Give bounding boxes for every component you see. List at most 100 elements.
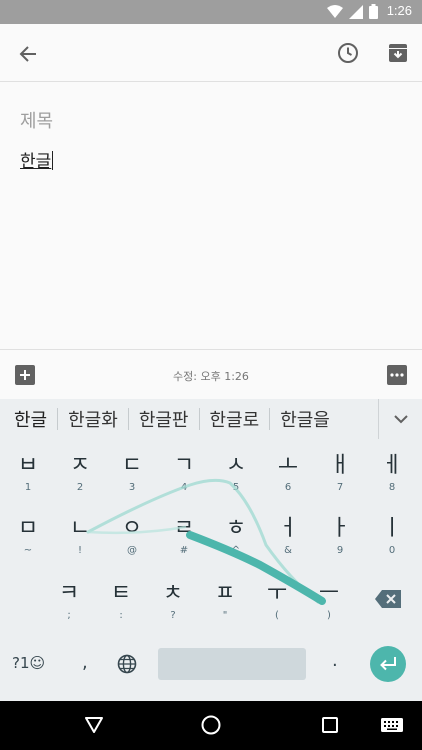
key[interactable]: ㅈ2	[59, 453, 101, 493]
status-icons	[327, 4, 378, 19]
key[interactable]: ㅎ ^	[215, 516, 257, 556]
key[interactable]: ㅣ0	[371, 516, 413, 556]
more-options-button[interactable]	[386, 364, 408, 386]
suggestion-3[interactable]: 한글판	[129, 399, 199, 439]
key[interactable]: ㅇ @	[111, 516, 153, 556]
key-char: ㅣ	[381, 516, 403, 541]
keyboard-switch-icon	[381, 718, 403, 732]
key-char: ㅗ	[277, 453, 299, 478]
reminder-button[interactable]	[332, 37, 364, 69]
recents-square-icon	[322, 717, 338, 733]
suggestion-strip: 한글 한글화 한글판 한글로 한글을	[0, 399, 422, 439]
key[interactable]: ㅡ)	[308, 581, 350, 621]
key-hint: 8	[388, 482, 396, 493]
key[interactable]: ㅂ1	[7, 453, 49, 493]
language-key[interactable]	[113, 650, 141, 678]
edited-timestamp: 수정: 오후 1:26	[173, 370, 249, 383]
key-char: ㅜ	[266, 581, 288, 606]
enter-key[interactable]	[370, 646, 406, 682]
home-circle-icon	[201, 715, 221, 735]
key-char: ㄴ	[69, 516, 91, 541]
key[interactable]: ㅔ8	[371, 453, 413, 493]
key[interactable]: ㄱ4	[163, 453, 205, 493]
status-bar: 1:26	[0, 0, 422, 24]
key-hint: 5	[232, 482, 240, 493]
key[interactable]: ㄴ!	[59, 516, 101, 556]
symbols-key[interactable]: ?1☺	[12, 654, 45, 672]
back-button[interactable]	[12, 38, 44, 70]
suggestion-2[interactable]: 한글화	[58, 399, 128, 439]
key[interactable]: ㅏ9	[319, 516, 361, 556]
key[interactable]: ㅁ ~	[7, 516, 49, 556]
key[interactable]: ㅜ(	[256, 581, 298, 621]
key-char: ㅍ	[214, 581, 236, 606]
period-key[interactable]: .	[332, 650, 338, 671]
key-char: ㅌ	[110, 581, 132, 606]
keyboard: ㅂ1 ㅈ2 ㄷ3 ㄱ4 ㅅ5 ㅗ6 ㅐ7 ㅔ8 ㅁ ~ ㄴ! ㅇ @ ㄹ # ㅎ ^ ㅓ…	[0, 439, 422, 701]
key-hint: @	[127, 545, 137, 556]
key[interactable]: ㅋ;	[48, 581, 90, 621]
key-char: ㅈ	[69, 453, 91, 478]
key-hint: 9	[336, 545, 344, 556]
suggestion-4[interactable]: 한글로	[200, 399, 270, 439]
note-editor[interactable]: 제목 한글	[0, 83, 422, 349]
app-bar	[0, 24, 422, 82]
wifi-icon	[327, 4, 343, 18]
archive-button[interactable]	[382, 37, 414, 69]
expand-suggestions-button[interactable]	[378, 399, 422, 439]
key-char: ㄷ	[121, 453, 143, 478]
key[interactable]: ㅐ7	[319, 453, 361, 493]
note-body-field[interactable]: 한글	[20, 147, 54, 172]
nav-home-button[interactable]	[197, 711, 225, 739]
key[interactable]: ㅓ &	[267, 516, 309, 556]
editor-bottom-bar: 수정: 오후 1:26	[0, 349, 422, 399]
key-char: ㅅ	[225, 453, 247, 478]
title-field[interactable]: 제목	[20, 107, 53, 133]
key-hint: "	[222, 610, 228, 621]
key-hint: ;	[67, 610, 71, 621]
key-hint: 6	[284, 482, 292, 493]
key-hint: ^	[231, 545, 241, 556]
key[interactable]: ㄷ3	[111, 453, 153, 493]
key-hint: 7	[336, 482, 344, 493]
nav-recents-button[interactable]	[316, 711, 344, 739]
key-char: ㅐ	[329, 453, 351, 478]
nav-back-button[interactable]	[80, 711, 108, 739]
key-hint: 4	[180, 482, 188, 493]
key[interactable]: ㅗ6	[267, 453, 309, 493]
key-char: ㅏ	[329, 516, 351, 541]
key-hint: 1	[24, 482, 32, 493]
space-key[interactable]	[158, 648, 306, 680]
status-time: 1:26	[386, 3, 412, 18]
key-char: ㄱ	[173, 453, 195, 478]
key-char: ㅇ	[121, 516, 143, 541]
key[interactable]: ㅌ:	[100, 581, 142, 621]
text-cursor	[52, 151, 54, 170]
keyboard-switch-button[interactable]	[378, 713, 406, 737]
key-hint: 2	[76, 482, 84, 493]
signal-icon	[349, 4, 363, 19]
key-char: ㅎ	[225, 516, 247, 541]
key-char: ㅡ	[318, 581, 340, 606]
navigation-bar	[0, 701, 422, 750]
key[interactable]: ㅍ "	[204, 581, 246, 621]
suggestion-1[interactable]: 한글	[0, 399, 57, 439]
backspace-key[interactable]	[370, 585, 406, 613]
comma-key[interactable]: ,	[82, 652, 88, 673]
enter-arrow-icon	[380, 657, 396, 671]
key-hint: (	[275, 610, 279, 621]
key[interactable]: ㅅ5	[215, 453, 257, 493]
key-char: ㅊ	[162, 581, 184, 606]
key-hint: ?	[170, 610, 176, 621]
suggestion-5[interactable]: 한글을	[270, 399, 340, 439]
key[interactable]: ㅊ?	[152, 581, 194, 621]
more-options-icon	[387, 365, 407, 385]
backspace-icon	[375, 590, 401, 608]
key-hint: !	[77, 545, 82, 556]
key-char: ㄹ	[173, 516, 195, 541]
chevron-down-icon	[393, 414, 408, 423]
key[interactable]: ㄹ #	[163, 516, 205, 556]
back-arrow-icon	[19, 46, 36, 62]
key-hint: #	[179, 545, 189, 556]
key-char: ㅂ	[17, 453, 39, 478]
